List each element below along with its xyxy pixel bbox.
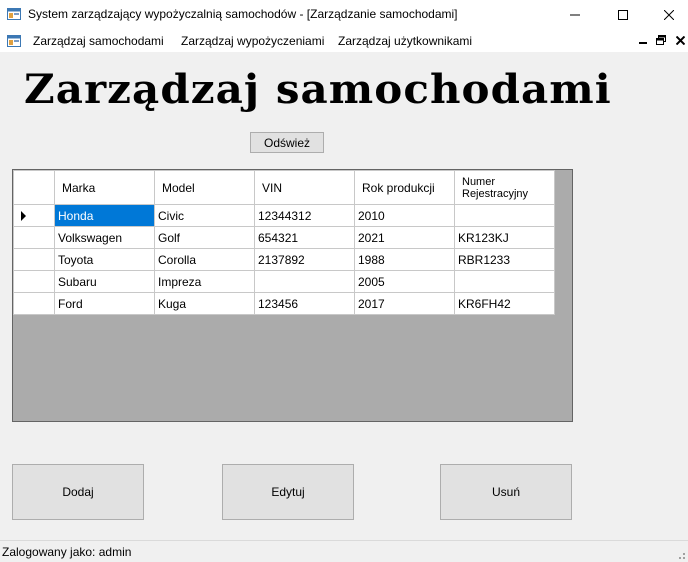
page-title: Zarządzaj samochodami [24,66,612,113]
window-title: System zarządzający wypożyczalnią samoch… [28,7,458,21]
minimize-button[interactable] [552,0,598,30]
cell-brand[interactable]: Volkswagen [54,226,155,249]
cell-vin[interactable]: 12344312 [254,204,355,227]
form-icon [7,7,21,21]
title-bar[interactable]: System zarządzający wypożyczalnią samoch… [0,0,688,30]
cell-brand[interactable]: Ford [54,292,155,315]
table-row[interactable]: Subaru Impreza 2005 [13,270,555,293]
menu-item-manage-users[interactable]: Zarządzaj użytkownikami [336,34,474,48]
cell-registration-number[interactable]: RBR1233 [454,248,555,271]
row-header[interactable] [13,226,55,249]
cell-vin[interactable]: 2137892 [254,248,355,271]
cell-vin[interactable] [254,270,355,293]
cell-registration-number[interactable] [454,270,555,293]
maximize-button[interactable] [600,0,646,30]
close-icon [664,10,674,20]
column-header-vin[interactable]: VIN [254,170,355,205]
cell-production-year[interactable]: 2017 [354,292,455,315]
logged-in-status: Zalogowany jako: admin [2,545,132,559]
row-header[interactable] [13,204,55,227]
row-header[interactable] [13,270,55,293]
menu-item-manage-cars[interactable]: Zarządzaj samochodami [31,34,166,48]
maximize-icon [618,10,628,20]
cell-production-year[interactable]: 2021 [354,226,455,249]
table-row[interactable]: Honda Civic 12344312 2010 [13,204,555,227]
header-row: Marka Model VIN Rok produkcji Numer Reje… [13,170,555,205]
close-icon [675,35,685,45]
row-header[interactable] [13,248,55,271]
column-header-brand[interactable]: Marka [54,170,155,205]
menu-item-manage-rentals[interactable]: Zarządzaj wypożyczeniami [179,34,326,48]
cell-model[interactable]: Corolla [154,248,255,271]
status-bar: Zalogowany jako: admin [0,540,688,562]
table-row[interactable]: Volkswagen Golf 654321 2021 KR123KJ [13,226,555,249]
refresh-button[interactable]: Odśwież [250,132,324,153]
edit-car-button[interactable]: Edytuj [222,464,354,520]
cell-model[interactable]: Kuga [154,292,255,315]
cell-registration-number[interactable]: KR6FH42 [454,292,555,315]
cell-brand[interactable]: Subaru [54,270,155,293]
cell-brand[interactable]: Honda [54,204,155,227]
cell-production-year[interactable]: 1988 [354,248,455,271]
row-header-corner[interactable] [13,170,55,205]
main-window: System zarządzający wypożyczalnią samoch… [0,0,688,562]
cell-model[interactable]: Golf [154,226,255,249]
cell-model[interactable]: Impreza [154,270,255,293]
add-car-button[interactable]: Dodaj [12,464,144,520]
close-button[interactable] [646,0,688,30]
size-grip-icon[interactable] [674,548,686,560]
cell-vin[interactable]: 123456 [254,292,355,315]
cell-brand[interactable]: Toyota [54,248,155,271]
row-header[interactable] [13,292,55,315]
delete-car-button[interactable]: Usuń [440,464,572,520]
cell-production-year[interactable]: 2005 [354,270,455,293]
mdi-minimize-button[interactable] [636,33,650,47]
cars-data-grid[interactable]: Marka Model VIN Rok produkcji Numer Reje… [12,169,573,422]
column-header-model[interactable]: Model [154,170,255,205]
menu-bar: Zarządzaj samochodami Zarządzaj wypożycz… [0,30,688,52]
mdi-restore-button[interactable] [654,33,668,47]
cars-table: Marka Model VIN Rok produkcji Numer Reje… [13,170,555,315]
column-header-production-year[interactable]: Rok produkcji [354,170,455,205]
table-row[interactable]: Ford Kuga 123456 2017 KR6FH42 [13,292,555,315]
current-row-arrow-icon [21,210,26,221]
cell-production-year[interactable]: 2010 [354,204,455,227]
cell-registration-number[interactable] [454,204,555,227]
restore-icon [656,35,666,45]
table-row[interactable]: Toyota Corolla 2137892 1988 RBR1233 [13,248,555,271]
cell-vin[interactable]: 654321 [254,226,355,249]
column-header-registration-number[interactable]: Numer Rejestracyjny [454,170,555,205]
cell-model[interactable]: Civic [154,204,255,227]
cell-registration-number[interactable]: KR123KJ [454,226,555,249]
mdi-close-button[interactable] [673,33,687,47]
minimize-icon [570,14,580,16]
form-icon[interactable] [7,34,21,48]
minimize-icon [639,42,647,44]
